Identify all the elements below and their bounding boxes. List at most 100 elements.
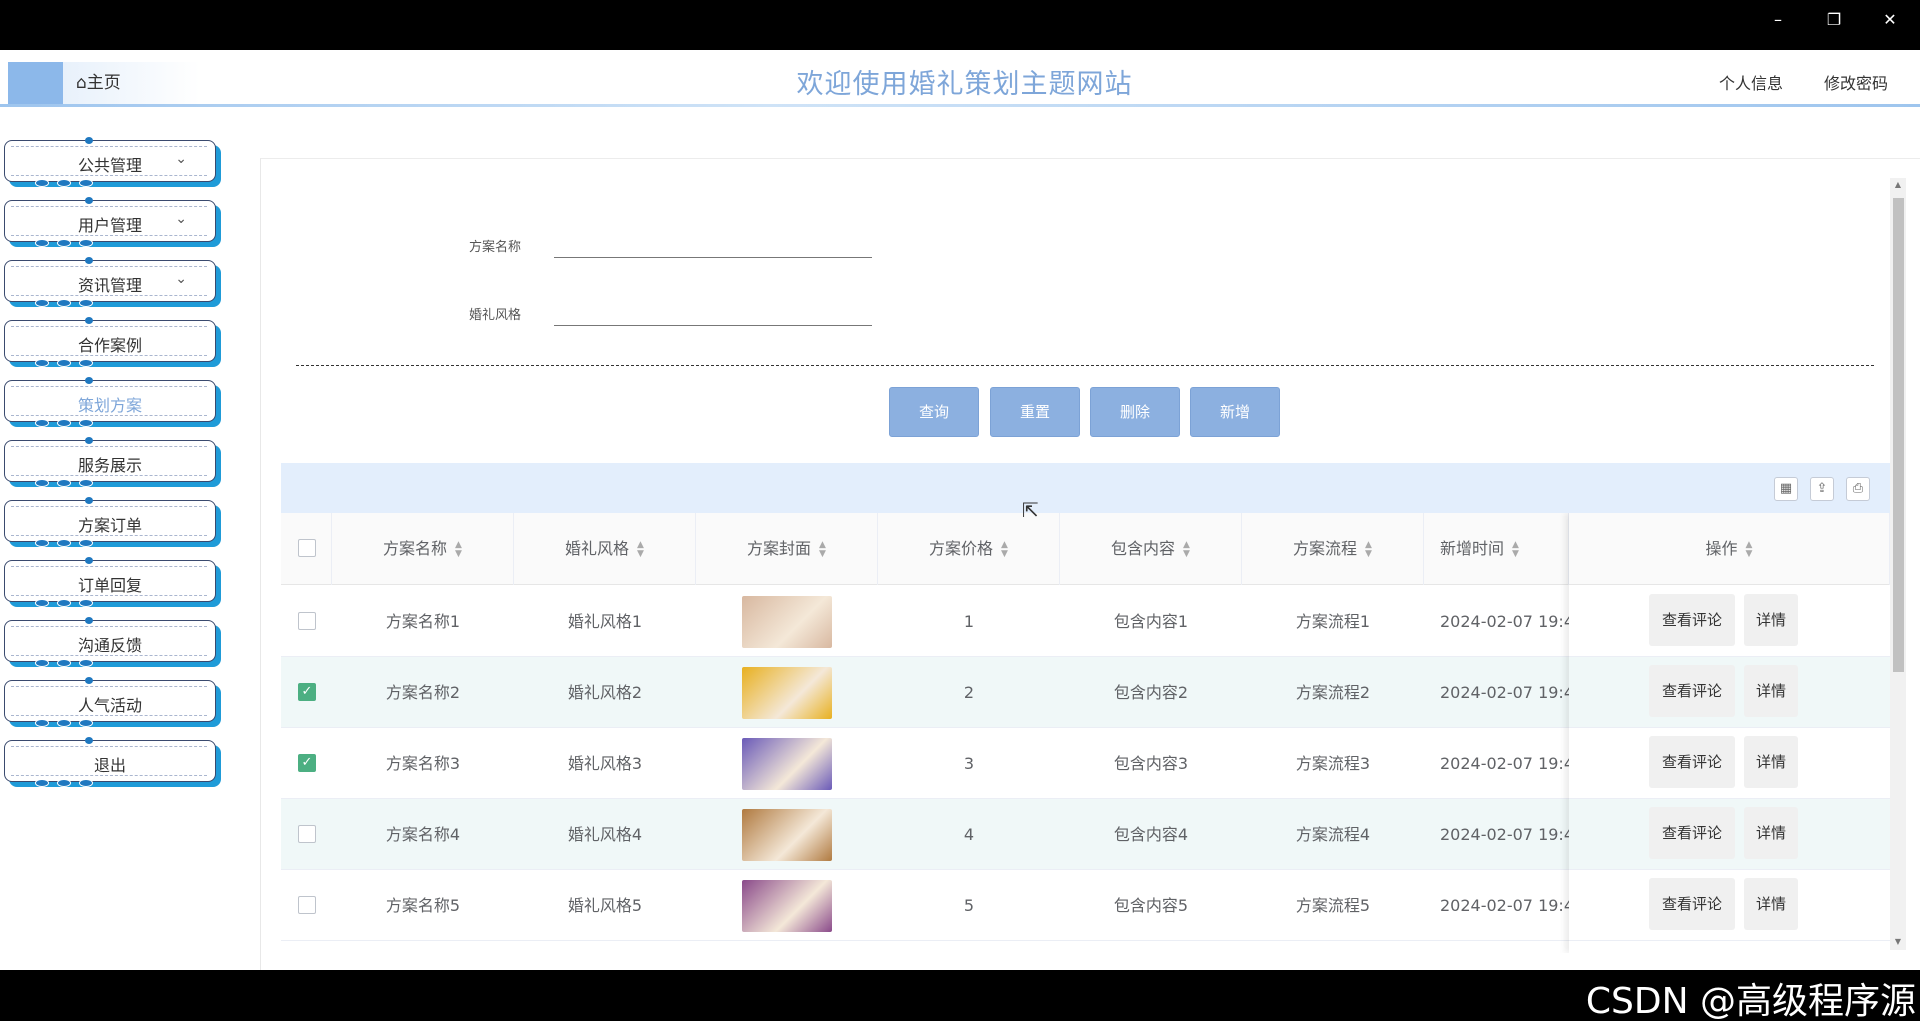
menu-decoration xyxy=(79,539,93,547)
sidebar-item-5[interactable]: 策划方案 xyxy=(4,377,216,427)
column-header-label: 包含内容 xyxy=(1111,539,1176,558)
cell-name: 方案名称5 xyxy=(385,896,461,915)
sidebar-item-2[interactable]: 用户管理 ⌄ xyxy=(4,197,216,247)
profile-link[interactable]: 个人信息 xyxy=(1719,70,1783,94)
column-header[interactable]: 方案流程 ▲ ▼ xyxy=(1242,513,1424,585)
column-header[interactable]: 方案名称 ▲ ▼ xyxy=(332,513,514,585)
row-checkbox[interactable] xyxy=(298,825,316,843)
minimize-icon[interactable]: – xyxy=(1758,6,1798,34)
cover-image[interactable] xyxy=(742,880,832,932)
cell-name: 方案名称2 xyxy=(385,683,461,702)
sidebar-item-7[interactable]: 方案订单 xyxy=(4,497,216,547)
cell-price: 4 xyxy=(963,825,975,844)
cell-style: 婚礼风格3 xyxy=(567,754,643,773)
menu-decoration xyxy=(79,659,93,667)
cell-cover xyxy=(696,799,878,870)
sidebar-item-3[interactable]: 资讯管理 ⌄ xyxy=(4,257,216,307)
cell-content: 包含内容3 xyxy=(1113,754,1189,773)
plans-table: 方案名称 ▲ ▼ 婚礼风格 ▲ ▼ 方案封面 ▲ ▼ 方案价格 ▲ ▼ 包含内容 ▲ ▼ 方案流程 ▲ ▼ 新增时间… xyxy=(281,513,1890,953)
sort-icon[interactable]: ▲ ▼ xyxy=(819,540,826,559)
menu-decoration xyxy=(85,437,93,444)
cell-time: 2024-02-07 19:42: xyxy=(1440,683,1569,702)
menu-decoration xyxy=(57,779,71,787)
cell-flow: 方案流程1 xyxy=(1295,612,1371,631)
scroll-up-icon[interactable]: ▲ xyxy=(1891,180,1905,189)
sidebar-item-6[interactable]: 服务展示 xyxy=(4,437,216,487)
cell-style: 婚礼风格4 xyxy=(567,825,643,844)
table-toolbar: ▦ ⇪ ⎙ xyxy=(281,463,1890,513)
row-checkbox[interactable] xyxy=(298,896,316,914)
cover-image[interactable] xyxy=(742,596,832,648)
fixed-column-shadow xyxy=(1569,513,1890,953)
cell-content: 包含内容5 xyxy=(1113,896,1189,915)
column-header[interactable]: 方案价格 ▲ ▼ xyxy=(878,513,1060,585)
columns-icon[interactable]: ▦ xyxy=(1774,477,1798,501)
cell-price: 2 xyxy=(963,683,975,702)
column-header[interactable]: 婚礼风格 ▲ ▼ xyxy=(514,513,696,585)
column-header[interactable]: 方案封面 ▲ ▼ xyxy=(696,513,878,585)
row-checkbox[interactable]: ✓ xyxy=(298,683,316,701)
sidebar-item-10[interactable]: 人气活动 xyxy=(4,677,216,727)
add-button[interactable]: 新增 xyxy=(1190,387,1280,437)
menu-decoration xyxy=(85,617,93,624)
menu-decoration xyxy=(35,419,49,427)
column-header[interactable]: 包含内容 ▲ ▼ xyxy=(1060,513,1242,585)
menu-decoration xyxy=(79,359,93,367)
sidebar-item-label: 方案订单 xyxy=(77,516,142,535)
sort-icon[interactable]: ▲ ▼ xyxy=(1365,540,1372,559)
export-icon[interactable]: ⇪ xyxy=(1810,477,1834,501)
checkbox-column-header xyxy=(281,513,332,585)
sort-icon[interactable]: ▲ ▼ xyxy=(1512,540,1519,559)
plan-name-input[interactable] xyxy=(554,228,872,258)
menu-decoration xyxy=(57,239,71,247)
menu-decoration xyxy=(35,599,49,607)
sidebar-item-4[interactable]: 合作案例 xyxy=(4,317,216,367)
menu-decoration xyxy=(85,137,93,144)
column-header-label: 婚礼风格 xyxy=(565,539,630,558)
print-icon[interactable]: ⎙ xyxy=(1846,477,1870,501)
chevron-down-icon: ⌄ xyxy=(175,151,187,167)
menu-decoration xyxy=(79,419,93,427)
sidebar-item-9[interactable]: 沟通反馈 xyxy=(4,617,216,667)
sort-icon[interactable]: ▲ ▼ xyxy=(1183,540,1190,559)
column-header-label: 方案名称 xyxy=(383,539,448,558)
row-checkbox[interactable] xyxy=(298,612,316,630)
cell-time: 2024-02-07 19:42: xyxy=(1440,612,1569,631)
menu-decoration xyxy=(35,359,49,367)
menu-decoration xyxy=(57,299,71,307)
cover-image[interactable] xyxy=(742,809,832,861)
sort-icon[interactable]: ▲ ▼ xyxy=(637,540,644,559)
sort-icon[interactable]: ▲ ▼ xyxy=(455,540,462,559)
wedding-style-input[interactable] xyxy=(554,296,872,326)
column-header-label: 方案价格 xyxy=(929,539,994,558)
scroll-down-icon[interactable]: ▼ xyxy=(1891,937,1905,946)
reset-button[interactable]: 重置 xyxy=(990,387,1080,437)
close-icon[interactable]: ✕ xyxy=(1870,6,1910,34)
sidebar-item-label: 服务展示 xyxy=(77,456,142,475)
change-password-link[interactable]: 修改密码 xyxy=(1824,70,1888,94)
cover-image[interactable] xyxy=(742,738,832,790)
query-button[interactable]: 查询 xyxy=(889,387,979,437)
cell-price: 5 xyxy=(963,896,975,915)
sidebar-item-label: 沟通反馈 xyxy=(77,636,142,655)
column-header[interactable]: 新增时间 ▲ ▼ xyxy=(1424,513,1569,585)
sidebar-item-label: 合作案例 xyxy=(77,336,142,355)
menu-decoration xyxy=(79,719,93,727)
sidebar-item-11[interactable]: 退出 xyxy=(4,737,216,787)
delete-button[interactable]: 删除 xyxy=(1090,387,1180,437)
scrollbar-thumb[interactable] xyxy=(1893,198,1904,672)
cover-image[interactable] xyxy=(742,667,832,719)
menu-decoration xyxy=(35,239,49,247)
sidebar-item-8[interactable]: 订单回复 xyxy=(4,557,216,607)
restore-icon[interactable]: ❐ xyxy=(1814,6,1854,34)
cell-cover xyxy=(696,728,878,799)
menu-decoration xyxy=(35,719,49,727)
cell-content: 包含内容1 xyxy=(1113,612,1189,631)
menu-decoration xyxy=(57,659,71,667)
sidebar: 公共管理 ⌄ 用户管理 ⌄ 资讯管理 ⌄ 合作案例策划方案服务展示方案订单订单回复沟通反馈人… xyxy=(0,108,225,970)
sidebar-item-1[interactable]: 公共管理 ⌄ xyxy=(4,137,216,187)
cell-time: 2024-02-07 19:42: xyxy=(1440,754,1569,773)
menu-decoration xyxy=(85,197,93,204)
row-checkbox[interactable]: ✓ xyxy=(298,754,316,772)
sort-icon[interactable]: ▲ ▼ xyxy=(1001,540,1008,559)
